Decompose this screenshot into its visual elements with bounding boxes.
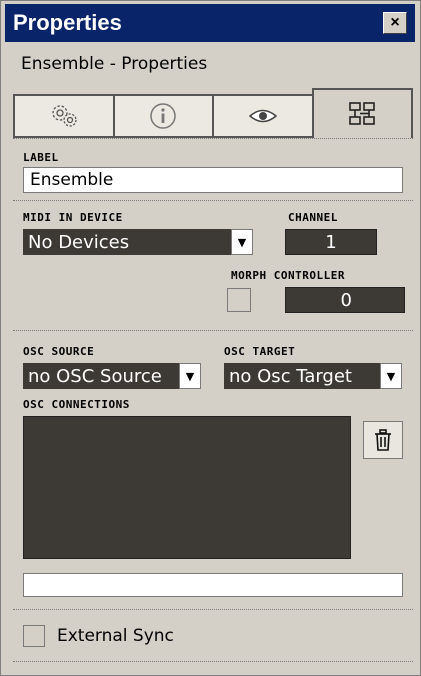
midi-in-device-heading: MIDI IN DEVICE: [23, 211, 123, 224]
osc-connection-input[interactable]: [23, 573, 403, 597]
panel-subtitle: Ensemble - Properties: [21, 54, 208, 74]
connections-icon: [349, 102, 376, 125]
osc-connections-heading: OSC CONNECTIONS: [23, 398, 130, 411]
external-sync-checkbox[interactable]: [23, 625, 45, 647]
osc-source-value: no OSC Source: [28, 365, 162, 387]
divider: [13, 138, 413, 139]
divider: [13, 609, 413, 610]
properties-window: Properties × Ensemble - Properties LABEL…: [0, 0, 421, 676]
tab-settings[interactable]: [13, 94, 113, 138]
osc-source-heading: OSC SOURCE: [23, 345, 95, 358]
divider: [13, 330, 413, 331]
osc-target-heading: OSC TARGET: [224, 345, 296, 358]
chevron-down-icon[interactable]: ▼: [231, 229, 253, 255]
gears-icon: [52, 105, 77, 127]
chevron-down-icon[interactable]: ▼: [179, 363, 201, 389]
tab-connections[interactable]: [311, 88, 413, 138]
window-title: Properties: [13, 10, 122, 35]
midi-device-select[interactable]: No Devices ▼: [23, 229, 253, 255]
divider: [13, 661, 413, 662]
delete-connection-button[interactable]: [363, 421, 403, 459]
info-icon: [150, 103, 176, 129]
osc-source-select[interactable]: no OSC Source ▼: [23, 363, 201, 389]
morph-controller-heading: MORPH CONTROLLER: [231, 269, 345, 282]
osc-target-value: no Osc Target: [229, 365, 352, 387]
divider: [13, 200, 413, 201]
tab-bar: [13, 88, 413, 138]
osc-target-select[interactable]: no Osc Target ▼: [224, 363, 402, 389]
tab-view[interactable]: [212, 94, 312, 138]
tab-info[interactable]: [112, 94, 212, 138]
title-bar: Properties ×: [5, 4, 415, 42]
chevron-down-icon[interactable]: ▼: [380, 363, 402, 389]
morph-controller-field[interactable]: 0: [285, 287, 405, 313]
label-input[interactable]: Ensemble: [23, 167, 403, 193]
close-icon: ×: [390, 14, 400, 31]
eye-icon: [248, 109, 277, 123]
label-heading: LABEL: [23, 151, 59, 164]
osc-connections-list[interactable]: [23, 416, 351, 559]
channel-heading: CHANNEL: [288, 211, 338, 224]
trash-icon: [375, 429, 391, 451]
channel-field[interactable]: 1: [285, 229, 377, 255]
close-button[interactable]: ×: [383, 12, 407, 34]
external-sync-label: External Sync: [57, 626, 174, 646]
morph-checkbox[interactable]: [227, 288, 251, 312]
midi-device-value: No Devices: [28, 231, 130, 253]
